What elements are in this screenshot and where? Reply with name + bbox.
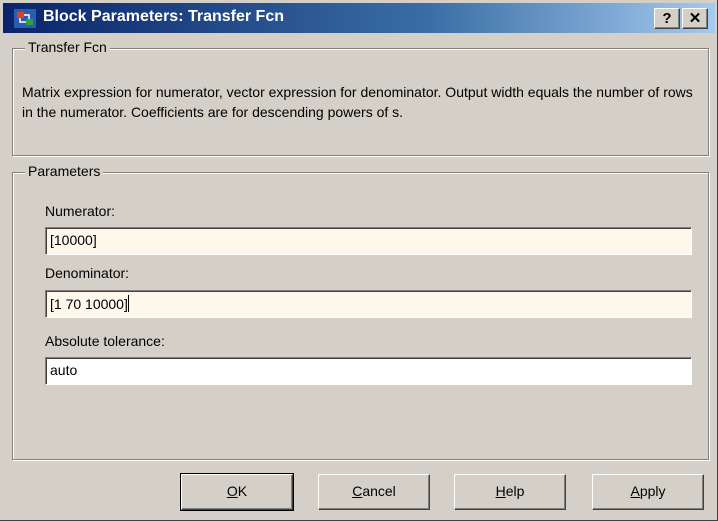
cancel-mnemonic: C (352, 483, 363, 499)
title-bar[interactable]: Block Parameters: Transfer Fcn ? ✕ (3, 3, 715, 33)
close-button[interactable]: ✕ (682, 8, 708, 29)
ok-mnemonic: O (226, 483, 238, 499)
numerator-field[interactable]: [10000] (45, 227, 692, 255)
denominator-value: [1 70 10000] (50, 296, 128, 312)
apply-button[interactable]: Apply (592, 474, 704, 510)
absolute-tolerance-value: auto (50, 362, 78, 378)
numerator-label: Numerator: (45, 203, 116, 219)
help-mnemonic: H (495, 483, 506, 499)
parameters-group-legend: Parameters (25, 163, 104, 179)
text-caret (127, 295, 129, 312)
denominator-label: Denominator: (45, 265, 130, 281)
denominator-field[interactable]: [1 70 10000] (45, 290, 692, 318)
numerator-value: [10000] (50, 232, 97, 248)
block-parameters-dialog: Block Parameters: Transfer Fcn ? ✕ Trans… (0, 0, 718, 521)
apply-label-rest: pply (639, 483, 666, 499)
ok-button[interactable]: OK (180, 473, 294, 511)
transfer-fcn-group-legend: Transfer Fcn (25, 39, 110, 55)
window-title: Block Parameters: Transfer Fcn (43, 8, 284, 25)
cancel-button[interactable]: Cancel (318, 474, 430, 510)
apply-mnemonic: A (630, 483, 640, 499)
cancel-label-rest: ancel (362, 483, 396, 499)
absolute-tolerance-field[interactable]: auto (45, 357, 692, 385)
help-label-rest: elp (505, 483, 525, 499)
context-help-button[interactable]: ? (654, 8, 680, 29)
ok-label-rest: K (237, 483, 248, 499)
help-button[interactable]: Help (454, 474, 566, 510)
simulink-block-icon (14, 9, 36, 28)
block-description: Matrix expression for numerator, vector … (22, 84, 693, 120)
absolute-tolerance-label: Absolute tolerance: (45, 333, 165, 349)
